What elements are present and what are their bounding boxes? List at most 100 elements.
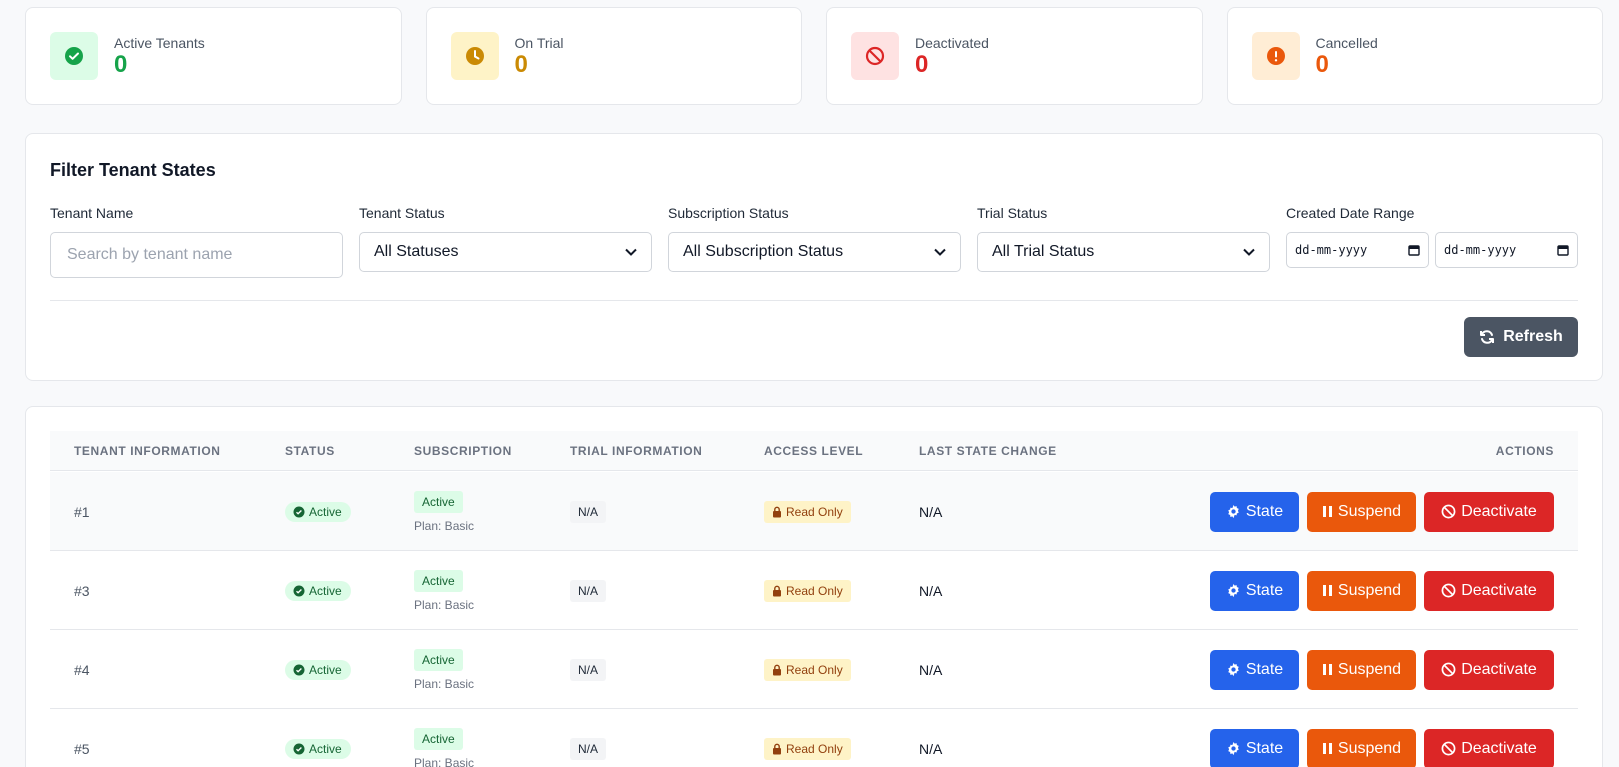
stats-row: Active Tenants 0 On Trial 0 Deactivated … xyxy=(25,7,1603,105)
status-text: Active xyxy=(309,583,342,598)
tenant-id: #3 xyxy=(74,582,90,599)
table-row: #3 Active Active Plan: Basic N/A Read Onl… xyxy=(50,551,1578,630)
filter-title: Filter Tenant States xyxy=(50,160,216,180)
suspend-button[interactable]: Suspend xyxy=(1307,570,1416,611)
status-text: Active xyxy=(309,662,342,677)
chevron-down-icon xyxy=(934,248,946,256)
access-text: Read Only xyxy=(786,504,843,519)
deactivate-label: Deactivate xyxy=(1461,581,1537,599)
lock-icon xyxy=(773,506,781,517)
trial-badge: N/A xyxy=(570,500,607,523)
tenant-status-select[interactable]: All Statuses xyxy=(359,232,652,272)
table-header: TENANT INFORMATION STATUS SUBSCRIPTION T… xyxy=(50,431,1578,471)
column-header: ACCESS LEVEL xyxy=(764,444,864,458)
subscription-status-select[interactable]: All Subscription Status xyxy=(668,232,961,272)
access-text: Read Only xyxy=(786,662,843,677)
column-header: ACTIONS xyxy=(1495,444,1554,458)
deactivate-label: Deactivate xyxy=(1461,739,1537,757)
deactivate-label: Deactivate xyxy=(1461,502,1537,520)
pause-icon xyxy=(1322,664,1332,675)
plan-text: Plan: Basic xyxy=(414,597,475,612)
status-text: Active xyxy=(309,504,342,519)
calendar-icon[interactable] xyxy=(1557,244,1569,256)
gear-icon xyxy=(1228,504,1239,519)
stat-value: 0 xyxy=(915,51,929,78)
status-badge: Active xyxy=(285,501,351,522)
pause-icon xyxy=(1322,743,1332,754)
state-button[interactable]: State xyxy=(1210,728,1299,767)
stat-label: Active Tenants xyxy=(114,35,205,51)
subscription-badge: Active xyxy=(414,490,463,513)
gear-icon xyxy=(1228,741,1239,756)
refresh-button[interactable]: Refresh xyxy=(1464,317,1578,357)
tenant-table: TENANT INFORMATION STATUS SUBSCRIPTION T… xyxy=(25,406,1603,767)
suspend-button[interactable]: Suspend xyxy=(1307,649,1416,690)
chevron-down-icon xyxy=(1243,248,1255,256)
clock-icon xyxy=(450,32,499,80)
filter-panel: Filter Tenant States Tenant Name Search … xyxy=(25,133,1603,381)
lock-icon xyxy=(773,585,781,596)
state-label: State xyxy=(1245,660,1284,678)
date-to-input[interactable]: dd-mm-yyyy xyxy=(1435,232,1578,268)
deactivate-button[interactable]: Deactivate xyxy=(1424,728,1554,767)
deactivate-label: Deactivate xyxy=(1461,660,1537,678)
trial-badge: N/A xyxy=(570,658,607,681)
deactivate-button[interactable]: Deactivate xyxy=(1424,491,1554,532)
ban-icon xyxy=(1441,504,1456,519)
stat-label: Deactivated xyxy=(915,35,989,51)
stat-card-deactivated: Deactivated 0 xyxy=(826,7,1203,105)
exclamation-circle-icon xyxy=(1251,32,1300,80)
suspend-label: Suspend xyxy=(1337,581,1402,599)
pause-icon xyxy=(1322,506,1332,517)
last-state-change: N/A xyxy=(919,503,943,520)
deactivate-button[interactable]: Deactivate xyxy=(1424,570,1554,611)
tenant-name-label: Tenant Name xyxy=(50,205,134,221)
column-header: STATUS xyxy=(285,444,335,458)
tenant-status-label: Tenant Status xyxy=(359,205,445,221)
gear-icon xyxy=(1228,662,1239,677)
column-header: TRIAL INFORMATION xyxy=(570,444,703,458)
check-circle-icon xyxy=(293,664,305,675)
tenant-id: #4 xyxy=(74,661,90,678)
state-button[interactable]: State xyxy=(1210,570,1299,611)
date-from-input[interactable]: dd-mm-yyyy xyxy=(1286,232,1429,268)
state-button[interactable]: State xyxy=(1210,649,1299,690)
plan-text: Plan: Basic xyxy=(414,676,475,691)
table-row: #1 Active Active Plan: Basic N/A Read Onl… xyxy=(50,472,1578,551)
access-text: Read Only xyxy=(786,583,843,598)
trial-badge: N/A xyxy=(570,579,607,602)
suspend-label: Suspend xyxy=(1337,660,1402,678)
suspend-label: Suspend xyxy=(1337,739,1402,757)
trial-status-select[interactable]: All Trial Status xyxy=(977,232,1270,272)
lock-icon xyxy=(773,743,781,754)
status-badge: Active xyxy=(285,738,351,759)
stat-card-trial: On Trial 0 xyxy=(425,7,802,105)
ban-icon xyxy=(851,32,899,80)
tenant-id: #1 xyxy=(74,503,90,520)
subscription-status-value: All Subscription Status xyxy=(683,243,844,260)
pause-icon xyxy=(1322,585,1332,596)
calendar-icon[interactable] xyxy=(1408,244,1420,256)
stat-value: 0 xyxy=(514,51,528,78)
deactivate-button[interactable]: Deactivate xyxy=(1424,649,1554,690)
ban-icon xyxy=(1441,583,1456,598)
stat-label: On Trial xyxy=(514,35,564,51)
date-from-placeholder: dd-mm-yyyy xyxy=(1295,243,1368,257)
state-label: State xyxy=(1245,739,1284,757)
column-header: TENANT INFORMATION xyxy=(74,444,221,458)
stat-card-active: Active Tenants 0 xyxy=(25,7,402,105)
state-label: State xyxy=(1245,502,1284,520)
suspend-button[interactable]: Suspend xyxy=(1307,728,1416,767)
suspend-label: Suspend xyxy=(1337,502,1402,520)
subscription-badge: Active xyxy=(414,727,463,750)
access-badge: Read Only xyxy=(764,579,851,602)
state-button[interactable]: State xyxy=(1210,491,1299,532)
check-circle-icon xyxy=(293,743,305,754)
suspend-button[interactable]: Suspend xyxy=(1307,491,1416,532)
tenant-name-placeholder: Search by tenant name xyxy=(67,246,233,263)
table-row: #4 Active Active Plan: Basic N/A Read Onl… xyxy=(50,630,1578,709)
tenant-name-input[interactable]: Search by tenant name xyxy=(50,232,343,278)
last-state-change: N/A xyxy=(919,582,943,599)
tenant-status-value: All Statuses xyxy=(374,243,459,260)
status-badge: Active xyxy=(285,580,351,601)
